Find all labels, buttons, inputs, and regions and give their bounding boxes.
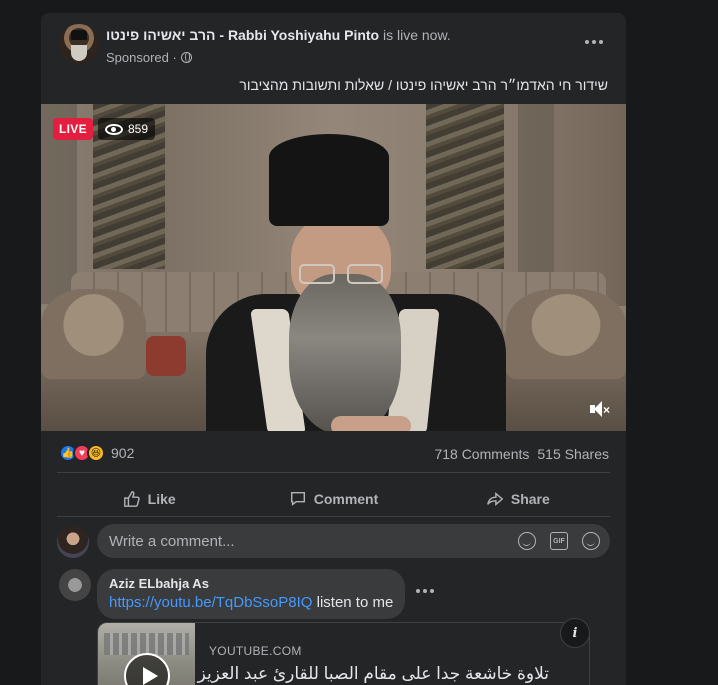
post-header: הרב יאשיהו פינטו - Rabbi Yoshiyahu Pinto… xyxy=(41,13,626,73)
share-label: Share xyxy=(510,491,550,507)
divider xyxy=(57,472,610,473)
comment-placeholder: Write a comment... xyxy=(109,532,235,550)
viewer-count-value: 859 xyxy=(128,122,149,136)
eye-icon xyxy=(105,123,123,135)
gif-icon[interactable]: GIF xyxy=(550,532,568,550)
sticker-icon[interactable] xyxy=(582,532,600,550)
commenter-avatar[interactable] xyxy=(59,569,91,601)
reaction-count: 902 xyxy=(111,445,135,461)
preview-domain: YOUTUBE.COM xyxy=(209,644,302,658)
comment-body: listen to me xyxy=(312,594,394,611)
post-author-line: הרב יאשיהו פינטו - Rabbi Yoshiyahu Pinto… xyxy=(106,27,451,43)
engagement-counts: 718 Comments 515 Shares xyxy=(434,446,609,462)
divider xyxy=(57,516,610,517)
comment-input[interactable]: Write a comment... GIF xyxy=(97,524,610,558)
mute-icon[interactable]: × xyxy=(588,399,610,419)
current-user-avatar[interactable] xyxy=(57,526,89,558)
commenter-name[interactable]: Aziz ELbahja As xyxy=(109,576,393,591)
shares-count[interactable]: 515 Shares xyxy=(537,446,609,462)
share-button[interactable]: Share xyxy=(426,479,610,519)
like-label: Like xyxy=(147,491,176,507)
post-card: הרב יאשיהו פינטו - Rabbi Yoshiyahu Pinto… xyxy=(41,13,626,685)
post-author-name[interactable]: הרב יאשיהו פינטו - Rabbi Yoshiyahu Pinto xyxy=(106,27,379,43)
comment-label: Comment xyxy=(313,491,379,507)
reaction-summary[interactable]: 👍 ♥ 😆 902 xyxy=(59,444,134,462)
like-button[interactable]: Like xyxy=(57,479,241,519)
emoji-icon[interactable] xyxy=(518,532,536,550)
live-video[interactable]: LIVE 859 × xyxy=(41,104,626,431)
more-options-button[interactable] xyxy=(582,33,606,51)
comments-count[interactable]: 718 Comments xyxy=(434,446,529,462)
info-icon[interactable]: i xyxy=(560,618,590,648)
post-text: שידור חי האדמו״ר הרב יאשיהו פינטו / שאלו… xyxy=(239,77,608,93)
page-avatar[interactable] xyxy=(59,24,99,64)
post-meta: Sponsored · xyxy=(106,50,192,65)
live-status-text: is live now. xyxy=(379,27,451,43)
live-badge: LIVE xyxy=(53,118,93,140)
sponsored-label[interactable]: Sponsored · xyxy=(106,50,177,65)
comment-button[interactable]: Comment xyxy=(241,479,425,519)
comment-icon xyxy=(290,491,305,506)
action-bar: Like Comment Share xyxy=(57,479,610,519)
thumbs-up-icon xyxy=(123,491,140,507)
comment-link[interactable]: https://youtu.be/TqDbSsoP8IQ xyxy=(109,594,312,611)
comment-composer: Write a comment... GIF xyxy=(57,524,610,560)
comment-bubble: Aziz ELbahja As https://youtu.be/TqDbSso… xyxy=(97,569,406,619)
share-icon xyxy=(486,492,504,506)
globe-icon xyxy=(180,52,192,63)
comment-options-button[interactable] xyxy=(416,589,434,593)
viewer-count: 859 xyxy=(98,118,156,140)
haha-reaction-icon: 😆 xyxy=(87,444,105,462)
comment-text: https://youtu.be/TqDbSsoP8IQ listen to m… xyxy=(109,594,393,611)
link-preview[interactable]: YOUTUBE.COM تلاوة خاشعة جدا على مقام الص… xyxy=(97,622,590,685)
preview-title: تلاوة خاشعة جدا على مقام الصبا للقارئ عب… xyxy=(197,664,549,683)
